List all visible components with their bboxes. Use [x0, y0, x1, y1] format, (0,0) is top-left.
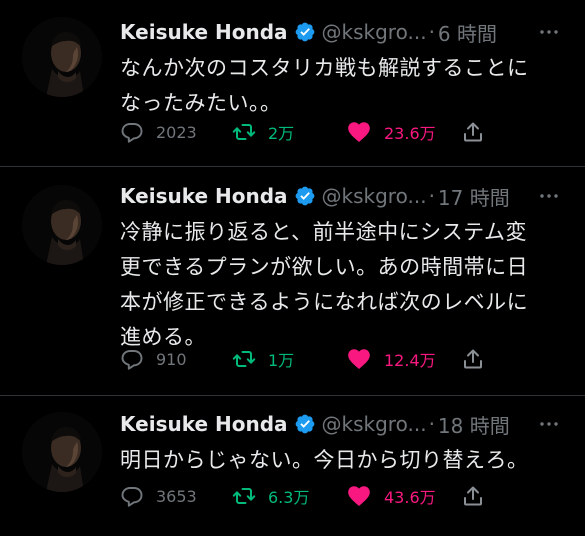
avatar[interactable] — [22, 412, 102, 492]
retweet-count: 6.3万 — [268, 488, 310, 507]
like-icon — [346, 119, 372, 145]
author-handle[interactable]: @kskgro... — [322, 184, 427, 208]
reply-count: 910 — [156, 349, 187, 369]
share-button[interactable] — [461, 118, 485, 146]
verified-badge-icon — [294, 185, 316, 207]
author-name[interactable]: Keisuke Honda — [120, 412, 288, 436]
retweet-button[interactable]: 2万 — [232, 118, 294, 146]
like-button[interactable]: 23.6万 — [346, 118, 436, 146]
more-icon[interactable] — [537, 181, 561, 211]
action-bar: 2023 2万 23.6万 — [120, 118, 570, 146]
tweet-header: Keisuke Honda @kskgro... · 18 時間 — [120, 409, 570, 439]
more-icon[interactable] — [537, 409, 561, 439]
divider — [0, 395, 585, 396]
separator-dot: · — [428, 20, 435, 44]
like-icon — [346, 346, 372, 372]
retweet-icon — [232, 120, 256, 144]
author-handle[interactable]: @kskgro... — [322, 20, 427, 44]
tweet-header: Keisuke Honda @kskgro... · 6 時間 — [120, 17, 570, 47]
timestamp[interactable]: 18 時間 — [438, 410, 510, 439]
retweet-count: 1万 — [268, 351, 295, 370]
share-button[interactable] — [461, 345, 485, 373]
retweet-button[interactable]: 1万 — [232, 345, 294, 373]
more-icon[interactable] — [537, 17, 561, 47]
verified-badge-icon — [294, 21, 316, 43]
author-name[interactable]: Keisuke Honda — [120, 184, 288, 208]
like-count: 23.6万 — [384, 124, 436, 143]
timestamp[interactable]: 17 時間 — [438, 182, 510, 211]
reply-icon — [120, 120, 144, 144]
author-handle[interactable]: @kskgro... — [322, 412, 427, 436]
retweet-icon — [232, 484, 256, 508]
tweet-text: 冷静に振り返ると、前半途中にシステム変 更できるプランが欲しい。あの時間帯に日 … — [120, 220, 529, 349]
share-icon — [461, 484, 485, 508]
retweet-count: 2万 — [268, 124, 295, 143]
separator-dot: · — [428, 184, 435, 208]
like-count: 43.6万 — [384, 488, 436, 507]
reply-count: 3653 — [156, 486, 197, 506]
retweet-button[interactable]: 6.3万 — [232, 482, 309, 510]
separator-dot: · — [428, 412, 435, 436]
action-bar: 910 1万 12.4万 — [120, 345, 570, 373]
divider — [0, 166, 585, 167]
like-count: 12.4万 — [384, 351, 436, 370]
reply-button[interactable]: 2023 — [120, 118, 197, 146]
avatar[interactable] — [22, 185, 102, 265]
reply-icon — [120, 347, 144, 371]
verified-badge-icon — [294, 413, 316, 435]
like-button[interactable]: 12.4万 — [346, 345, 436, 373]
timestamp[interactable]: 6 時間 — [438, 18, 497, 47]
reply-icon — [120, 484, 144, 508]
share-icon — [461, 120, 485, 144]
reply-button[interactable]: 910 — [120, 345, 187, 373]
tweet-header: Keisuke Honda @kskgro... · 17 時間 — [120, 181, 570, 211]
retweet-icon — [232, 347, 256, 371]
tweet-text: 明日からじゃない。今日から切り替えろ。 — [120, 448, 529, 472]
reply-button[interactable]: 3653 — [120, 482, 197, 510]
like-button[interactable]: 43.6万 — [346, 482, 436, 510]
tweet-text: なんか次のコスタリカ戦も解説することに なったみたい。。 — [120, 56, 529, 115]
reply-count: 2023 — [156, 122, 197, 142]
avatar[interactable] — [22, 17, 102, 97]
action-bar: 3653 6.3万 43.6万 — [120, 482, 570, 510]
author-name[interactable]: Keisuke Honda — [120, 20, 288, 44]
like-icon — [346, 483, 372, 509]
share-icon — [461, 347, 485, 371]
share-button[interactable] — [461, 482, 485, 510]
